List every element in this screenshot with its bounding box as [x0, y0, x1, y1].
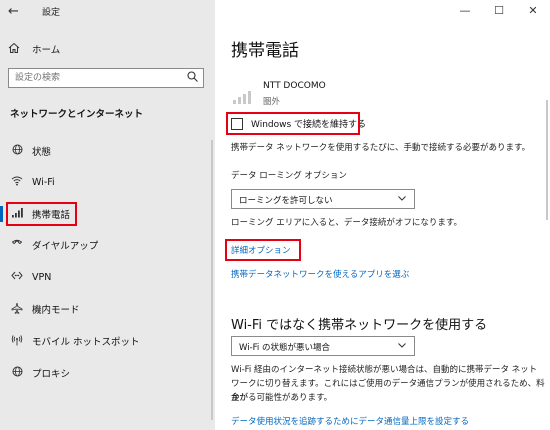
- wifi-preference-dropdown[interactable]: Wi-Fi の状態が悪い場合: [231, 336, 415, 356]
- wifi-icon: [10, 175, 24, 189]
- sidebar-item-dialup[interactable]: ダイヤルアップ: [0, 234, 215, 256]
- signal-strength-icon: [233, 88, 255, 104]
- maximize-icon[interactable]: ☐: [482, 0, 516, 22]
- carrier-name: NTT DOCOMO: [263, 81, 326, 91]
- hotspot-icon: [10, 334, 24, 349]
- settings-search-box[interactable]: [8, 68, 204, 88]
- sidebar-item-label: モバイル ホットスポット: [32, 337, 140, 348]
- app-title: 設定: [42, 8, 61, 18]
- sidebar-item-mobile-hotspot[interactable]: モバイル ホットスポット: [0, 330, 215, 352]
- home-nav-item[interactable]: ホーム: [8, 40, 60, 58]
- section-title: ネットワークとインターネット: [10, 109, 144, 120]
- sidebar-item-label: 状態: [32, 147, 52, 158]
- main-panel: — ☐ ✕ 携帯電話 NTT DOCOMO 圏外 Windows で接続を維持す…: [215, 0, 550, 430]
- sidebar-item-airplane-mode[interactable]: 機内モード: [0, 298, 215, 320]
- main-scrollbar[interactable]: [546, 100, 548, 220]
- sidebar-item-status[interactable]: 状態: [0, 140, 215, 162]
- roaming-description: ローミング エリアに入ると、データ接続がオフになります。: [231, 218, 463, 228]
- sidebar-item-label: VPN: [32, 271, 52, 283]
- search-icon[interactable]: [187, 71, 198, 85]
- airplane-icon: [10, 302, 24, 317]
- sidebar-item-label: ダイヤルアップ: [32, 241, 99, 252]
- chevron-down-icon: [397, 193, 407, 206]
- highlight-box-advanced-options: [225, 239, 301, 261]
- phone-icon: [10, 238, 24, 252]
- sidebar-item-label: プロキシ: [32, 369, 71, 380]
- data-limit-link[interactable]: データ使用状況を追跡するためにデータ通信量上限を設定する: [231, 415, 469, 427]
- carrier-status: 圏外: [263, 97, 281, 107]
- sidebar-item-label: Wi-Fi: [32, 176, 55, 188]
- title-bar: ← 設定: [0, 0, 215, 24]
- sidebar-scrollbar[interactable]: [211, 140, 213, 420]
- home-icon: [8, 42, 22, 57]
- roaming-dropdown[interactable]: ローミングを許可しない: [231, 189, 415, 209]
- highlight-box-keep-connected: [226, 112, 360, 135]
- globe-icon: [10, 144, 24, 158]
- active-indicator: [0, 206, 3, 222]
- roaming-dropdown-value: ローミングを許可しない: [239, 196, 333, 206]
- close-icon[interactable]: ✕: [516, 0, 550, 22]
- chevron-down-icon: [397, 340, 407, 353]
- wifi-preference-value: Wi-Fi の状態が悪い場合: [239, 343, 330, 353]
- page-title: 携帯電話: [231, 41, 299, 61]
- globe-icon: [10, 366, 24, 380]
- roaming-option-label: データ ローミング オプション: [231, 171, 347, 181]
- sidebar-item-vpn[interactable]: VPN: [0, 266, 215, 288]
- sidebar-item-proxy[interactable]: プロキシ: [0, 362, 215, 384]
- search-input[interactable]: [9, 69, 179, 87]
- sidebar-item-label: 機内モード: [32, 305, 80, 316]
- vpn-icon: [10, 270, 24, 284]
- highlight-box-cellular: [6, 202, 77, 226]
- sidebar-item-wifi[interactable]: Wi-Fi: [0, 171, 215, 193]
- home-label: ホーム: [32, 45, 61, 56]
- sidebar: ← 設定 ホーム ネットワークとインターネット 状態 Wi-Fi 携帯電話: [0, 0, 215, 430]
- wifi-preference-description-3: かかる可能性があります。: [231, 393, 333, 403]
- wifi-preference-heading: Wi-Fi ではなく携帯ネットワークを使用する: [231, 318, 488, 333]
- window-controls: — ☐ ✕: [448, 0, 550, 22]
- wifi-preference-description-1: Wi-Fi 経由のインターネット接続状態が悪い場合は、自動的に携帯データ ネット: [231, 365, 538, 375]
- choose-apps-link[interactable]: 携帯データネットワークを使えるアプリを選ぶ: [231, 268, 409, 280]
- manual-connect-description: 携帯データ ネットワークを使用するたびに、手動で接続する必要があります。: [231, 143, 531, 153]
- minimize-icon[interactable]: —: [448, 0, 482, 22]
- back-arrow-icon[interactable]: ←: [8, 4, 24, 20]
